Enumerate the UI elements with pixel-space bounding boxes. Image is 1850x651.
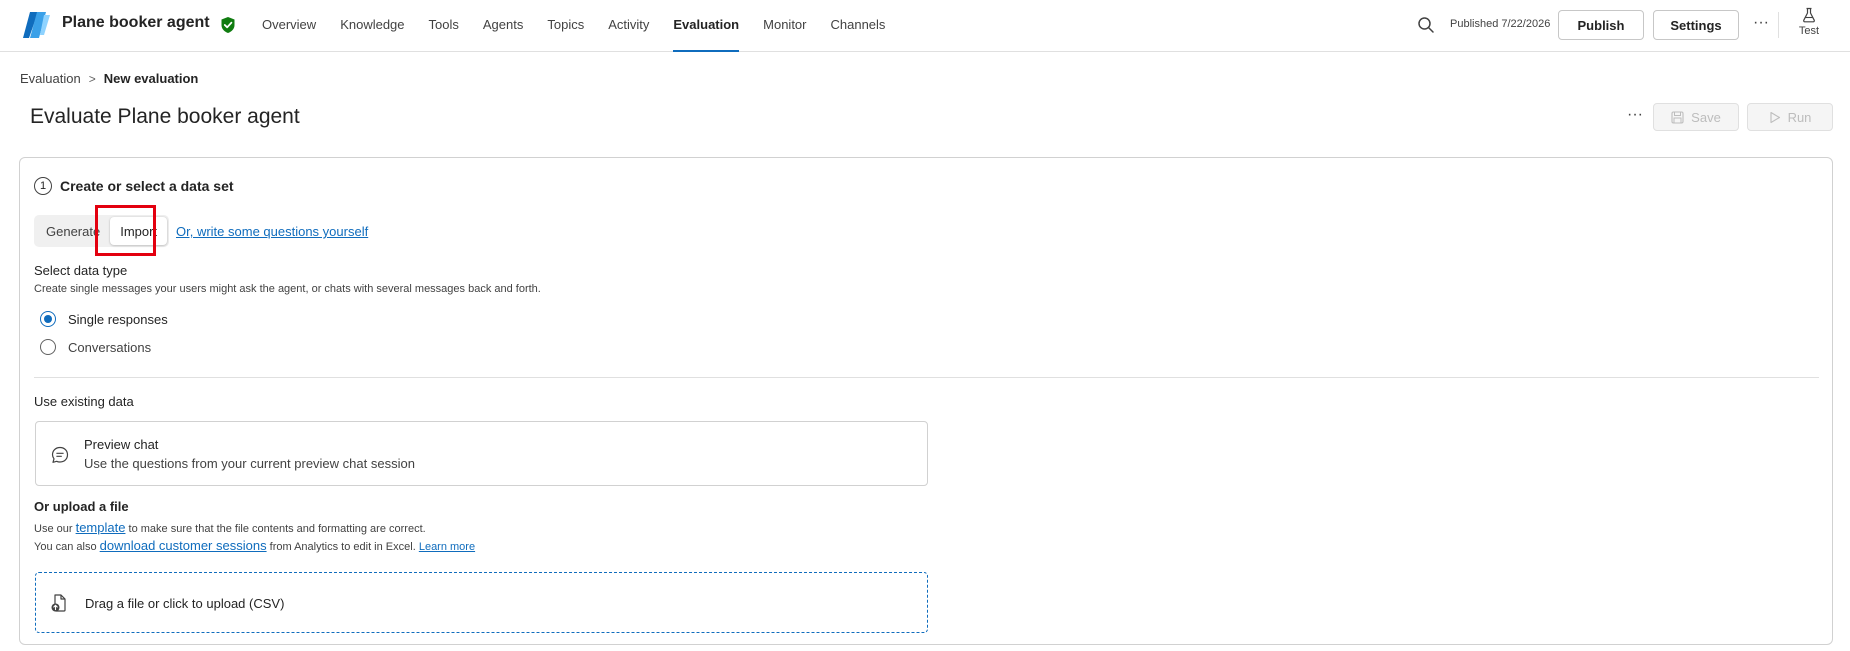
save-icon (1671, 110, 1684, 124)
radio-label: Conversations (68, 339, 152, 355)
test-button[interactable]: Test (1794, 7, 1824, 45)
radio-button[interactable] (40, 339, 56, 355)
upload-help-text: Use our (34, 523, 73, 535)
upload-help-text: You can also (34, 541, 97, 553)
more-options-icon[interactable]: ··· (1748, 12, 1774, 38)
import-tab[interactable]: Import (110, 217, 168, 245)
tab-knowledge[interactable]: Knowledge (340, 0, 404, 52)
upload-help-line-2: You can also download customer sessions … (34, 538, 475, 553)
template-link[interactable]: template (76, 520, 126, 535)
breadcrumb: Evaluation > New evaluation (20, 71, 198, 86)
run-label: Run (1787, 109, 1812, 125)
verified-shield-icon (221, 17, 235, 33)
page-title: Evaluate Plane booker agent (30, 105, 300, 128)
upload-title: Or upload a file (34, 499, 129, 514)
settings-button[interactable]: Settings (1653, 10, 1739, 40)
top-nav-bar: Plane booker agent Overview Knowledge To… (0, 0, 1850, 52)
section-divider (34, 377, 1819, 378)
play-icon (1770, 111, 1780, 123)
preview-chat-option[interactable]: Preview chat Use the questions from your… (35, 421, 928, 486)
tab-agents[interactable]: Agents (483, 0, 523, 52)
tab-activity[interactable]: Activity (608, 0, 649, 52)
radio-conversations[interactable]: Conversations (40, 339, 151, 355)
radio-label: Single responses (68, 311, 168, 327)
preview-chat-description: Use the questions from your current prev… (84, 456, 415, 471)
existing-data-title: Use existing data (34, 394, 134, 409)
step-title: Create or select a data set (60, 178, 234, 194)
radio-button[interactable] (40, 311, 56, 327)
copilot-studio-logo-icon (23, 12, 50, 38)
upload-help-text: from Analytics to edit in Excel. (269, 541, 416, 553)
preview-chat-title: Preview chat (84, 437, 159, 452)
generate-tab[interactable]: Generate (36, 217, 110, 245)
published-status: Published 7/22/2026 (1450, 18, 1551, 30)
step-header: 1 Create or select a data set (34, 177, 234, 195)
agent-name[interactable]: Plane booker agent (62, 14, 210, 32)
step-number-badge: 1 (34, 177, 52, 195)
chat-bubble-icon (51, 446, 69, 463)
tab-evaluation[interactable]: Evaluation (673, 0, 739, 52)
tab-topics[interactable]: Topics (547, 0, 584, 52)
dataset-card: 1 Create or select a data set Generate I… (19, 157, 1833, 645)
upload-help-line-1: Use our template to make sure that the f… (34, 520, 426, 535)
breadcrumb-evaluation-link[interactable]: Evaluation (20, 71, 81, 86)
data-type-description: Create single messages your users might … (34, 283, 541, 295)
save-label: Save (1691, 109, 1721, 125)
source-segmented-control: Generate Import (34, 215, 170, 247)
nav-tabs: Overview Knowledge Tools Agents Topics A… (262, 0, 909, 52)
radio-single-responses[interactable]: Single responses (40, 311, 168, 327)
learn-more-link[interactable]: Learn more (419, 541, 475, 553)
flask-icon (1803, 7, 1815, 23)
upload-help-text: to make sure that the file contents and … (128, 523, 426, 535)
data-type-title: Select data type (34, 263, 128, 278)
download-sessions-link[interactable]: download customer sessions (100, 538, 267, 553)
search-icon[interactable] (1416, 15, 1436, 35)
tab-overview[interactable]: Overview (262, 0, 316, 52)
save-button[interactable]: Save (1653, 103, 1739, 131)
tab-tools[interactable]: Tools (429, 0, 459, 52)
file-upload-dropzone[interactable]: Drag a file or click to upload (CSV) (35, 572, 928, 633)
more-options-icon[interactable]: ··· (1622, 104, 1648, 130)
tab-channels[interactable]: Channels (831, 0, 886, 52)
write-questions-link[interactable]: Or, write some questions yourself (176, 224, 368, 239)
tab-monitor[interactable]: Monitor (763, 0, 806, 52)
run-button[interactable]: Run (1747, 103, 1833, 131)
breadcrumb-current: New evaluation (103, 71, 199, 86)
dropzone-label: Drag a file or click to upload (CSV) (85, 596, 285, 611)
test-label: Test (1798, 25, 1820, 37)
divider (1778, 12, 1779, 38)
upload-file-icon (51, 594, 66, 612)
chevron-right-icon: > (88, 71, 96, 86)
publish-button[interactable]: Publish (1558, 10, 1644, 40)
